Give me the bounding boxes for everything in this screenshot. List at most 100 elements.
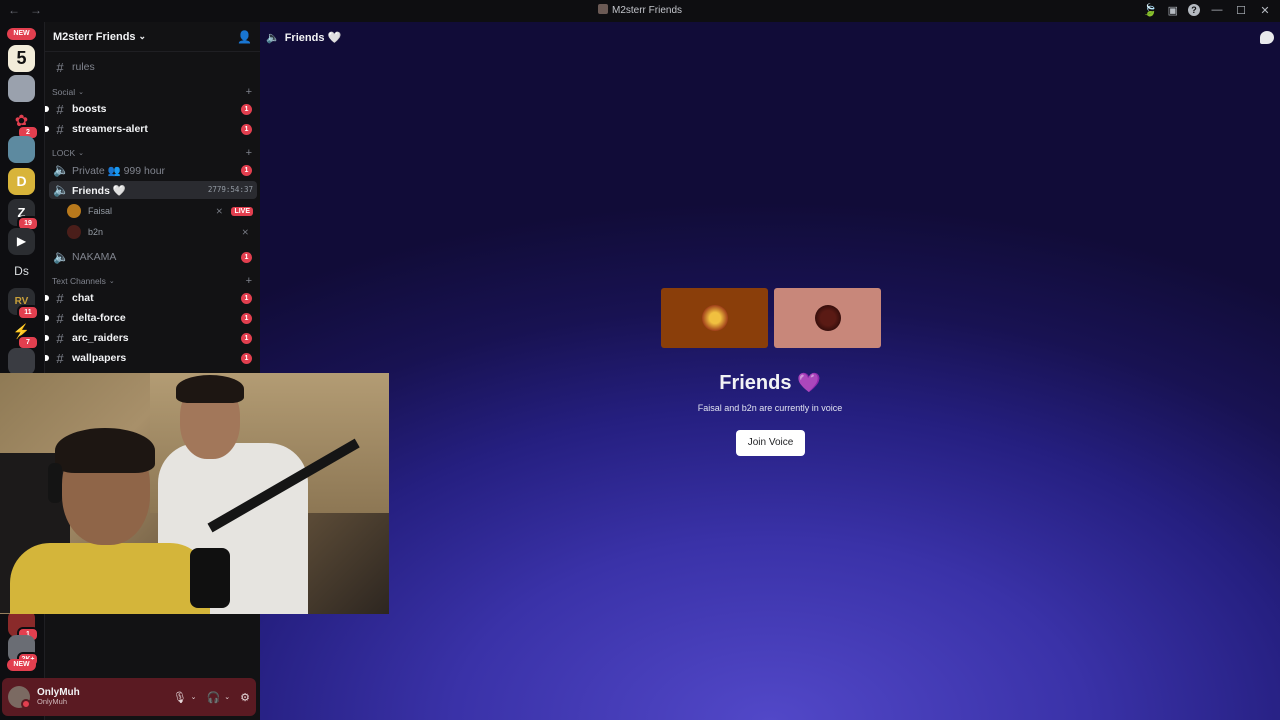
help-icon[interactable]: ? bbox=[1188, 4, 1200, 16]
new-badge: NEW bbox=[7, 28, 36, 40]
category-social[interactable]: Social ⌄ + bbox=[52, 85, 252, 99]
chat-bubble-icon[interactable] bbox=[1260, 31, 1274, 44]
user-controls: 🎙 ⌄ 🎧 ⌄ ⚙ bbox=[173, 691, 250, 704]
server-bolt[interactable]: ⚡ 7 bbox=[8, 318, 39, 350]
mention-badge: 1 bbox=[241, 333, 252, 344]
unread-dot bbox=[45, 315, 49, 321]
grey-server-icon bbox=[8, 348, 35, 375]
guild-header[interactable]: M2sterr Friends ⌄ 👤 bbox=[45, 22, 260, 52]
server-red[interactable]: 1 bbox=[8, 610, 39, 642]
server-5[interactable]: 5 bbox=[8, 45, 35, 72]
speaker-icon: 🔈 bbox=[53, 249, 70, 264]
hash-icon: # bbox=[56, 330, 64, 346]
channel-boosts[interactable]: # boosts 1 bbox=[45, 100, 257, 118]
server-rv[interactable]: RV 11 bbox=[8, 288, 39, 320]
chevron-down-icon[interactable]: ⌄ bbox=[224, 693, 230, 701]
hash-icon: # bbox=[56, 290, 64, 306]
voice-user-b2n[interactable]: b2n ⨯ bbox=[67, 223, 253, 241]
server-hoodie[interactable] bbox=[8, 75, 35, 102]
channel-rules[interactable]: # rules bbox=[49, 58, 257, 76]
headphones-icon[interactable]: 🎧 bbox=[207, 691, 221, 704]
microphone-icon[interactable]: 🎙 bbox=[173, 691, 187, 704]
channel-arc-raiders[interactable]: # arc_raiders 1 bbox=[45, 329, 257, 347]
speaker-icon: 🔈 bbox=[53, 182, 70, 197]
chevron-down-icon: ⌄ bbox=[78, 150, 85, 157]
speaker-icon: 🔈 bbox=[266, 32, 280, 44]
live-badge: LIVE bbox=[231, 206, 253, 216]
add-channel-icon[interactable]: + bbox=[246, 275, 252, 287]
channel-label: streamers-alert bbox=[72, 123, 148, 135]
gear-icon[interactable]: ⚙ bbox=[240, 691, 250, 704]
server-avatar[interactable] bbox=[8, 136, 35, 163]
channel-friends[interactable]: 🔈 Friends 🤍 2779:54:37 bbox=[49, 181, 257, 199]
new-badge: NEW bbox=[7, 659, 36, 671]
webcam-overlay bbox=[0, 373, 389, 614]
voice-user-name: b2n bbox=[88, 227, 104, 237]
voice-user-name: Faisal bbox=[88, 206, 113, 216]
participant-tile-b2n[interactable] bbox=[774, 288, 881, 348]
chevron-down-icon: ⌄ bbox=[78, 89, 85, 96]
channel-streamers-alert[interactable]: # streamers-alert 1 bbox=[45, 120, 257, 138]
category-lock[interactable]: LOCK ⌄ + bbox=[52, 146, 252, 160]
close-button[interactable]: ✕ bbox=[1258, 4, 1272, 17]
user-panel: OnlyMuh OnlyMuh 🎙 ⌄ 🎧 ⌄ ⚙ bbox=[2, 678, 256, 716]
server-duck[interactable]: ✿ 2 bbox=[8, 108, 39, 140]
channel-label: NAKAMA bbox=[72, 251, 117, 263]
leaf-icon[interactable]: 🍃 bbox=[1143, 3, 1158, 17]
channel-delta-force[interactable]: # delta-force 1 bbox=[45, 309, 257, 327]
category-label: Text Channels bbox=[52, 276, 106, 286]
channel-label: boosts bbox=[72, 103, 107, 115]
category-label: LOCK bbox=[52, 148, 76, 158]
server-rail: NEW 5 ✿ 2 D Z 19 ▶ Ds RV 11 ⚡ 7 1 2K+ NE… bbox=[0, 22, 44, 720]
chevron-down-icon[interactable]: ⌄ bbox=[191, 693, 197, 701]
server-5-icon: 5 bbox=[8, 45, 35, 72]
unread-dot bbox=[45, 335, 49, 341]
category-text-channels[interactable]: Text Channels ⌄ + bbox=[52, 274, 252, 288]
server-grey[interactable] bbox=[8, 348, 35, 375]
server-z[interactable]: Z 19 bbox=[8, 199, 39, 231]
maximize-button[interactable]: ☐ bbox=[1234, 4, 1248, 17]
hash-icon: # bbox=[56, 310, 64, 326]
mention-badge: 1 bbox=[241, 313, 252, 324]
chevron-down-icon: ⌄ bbox=[108, 278, 115, 285]
channel-label: Private 👥 999 hour bbox=[72, 164, 166, 177]
hoodie-icon bbox=[8, 75, 35, 102]
add-channel-icon[interactable]: + bbox=[246, 147, 252, 159]
voice-channel-view: 🔈 Friends 🤍 Friends 💜 Faisal and b2n are… bbox=[260, 22, 1280, 720]
channel-label: delta-force bbox=[72, 312, 126, 324]
voice-user-faisal[interactable]: Faisal ⨯ LIVE bbox=[67, 202, 253, 220]
server-ds[interactable]: Ds bbox=[8, 258, 35, 285]
channel-wallpapers[interactable]: # wallpapers 1 bbox=[45, 349, 257, 367]
d-logo-icon: D bbox=[8, 168, 35, 195]
speaker-icon: 🔈 bbox=[53, 162, 70, 177]
person-one-body bbox=[10, 543, 210, 614]
mention-badge: 1 bbox=[241, 124, 252, 135]
server-d[interactable]: D bbox=[8, 168, 35, 195]
hash-icon: # bbox=[56, 59, 64, 75]
participant-tile-faisal[interactable] bbox=[661, 288, 768, 348]
unread-dot bbox=[45, 126, 49, 132]
minimize-button[interactable]: — bbox=[1210, 4, 1224, 16]
user-tag: OnlyMuh bbox=[37, 697, 68, 707]
server-2k[interactable]: 2K+ bbox=[8, 635, 39, 667]
mention-badge: 1 bbox=[241, 165, 252, 176]
join-voice-button[interactable]: Join Voice bbox=[736, 430, 805, 456]
mic-muted-icon: ⨯ bbox=[241, 226, 249, 237]
mention-badge: 1 bbox=[241, 104, 252, 115]
channel-private[interactable]: 🔈 Private 👥 999 hour 1 bbox=[49, 161, 257, 179]
add-member-icon[interactable]: 👤 bbox=[237, 30, 252, 44]
channel-nakama[interactable]: 🔈 NAKAMA 1 bbox=[49, 248, 257, 266]
avatar bbox=[67, 204, 81, 218]
hash-icon: # bbox=[56, 121, 64, 137]
user-names[interactable]: OnlyMuh OnlyMuh bbox=[37, 687, 80, 706]
channel-label: arc_raiders bbox=[72, 332, 129, 344]
channel-label: chat bbox=[72, 292, 94, 304]
person-two-hair bbox=[176, 375, 244, 403]
channel-chat[interactable]: # chat 1 bbox=[45, 289, 257, 307]
add-channel-icon[interactable]: + bbox=[246, 86, 252, 98]
microphone bbox=[190, 548, 230, 608]
inbox-icon[interactable]: ▣ bbox=[1168, 4, 1178, 17]
mic-muted-icon: ⨯ bbox=[215, 205, 223, 216]
server-play[interactable]: ▶ bbox=[8, 228, 35, 255]
avatar[interactable] bbox=[8, 686, 31, 709]
